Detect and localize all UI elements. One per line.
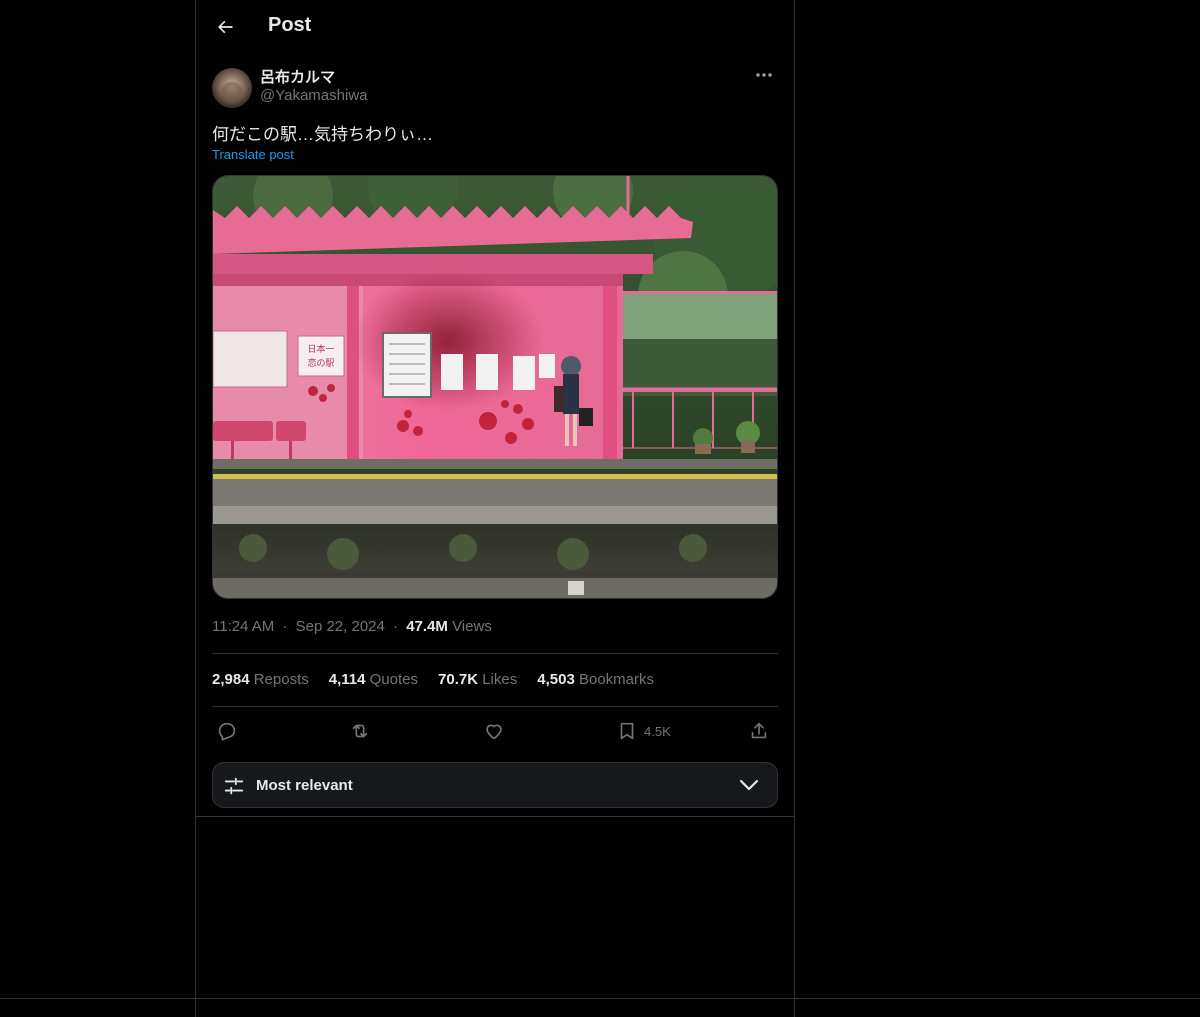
views-label: Views [452,618,492,635]
meta-separator: · [282,618,288,635]
more-button[interactable] [750,64,778,86]
likes-stat[interactable]: 70.7K Likes [438,671,517,688]
section-divider [196,816,794,817]
main-column: Post 呂布カルマ @Yakamashiwa 何だこの駅…気持ちわりぃ… Tr… [195,0,795,1017]
quotes-label: Quotes [369,671,419,688]
post-text: 何だこの駅…気持ちわりぃ… [212,125,433,144]
back-arrow-icon [218,20,233,34]
like-button[interactable] [483,718,505,744]
repost-icon [352,724,368,738]
divider [212,653,778,654]
quotes-stat[interactable]: 4,114 Quotes [329,671,418,688]
sort-label: Most relevant [256,777,353,794]
engagement-stats: 2,984 Reposts 4,114 Quotes 70.7K Likes 4… [212,671,654,688]
svg-text:日本一: 日本一 [307,343,334,355]
likes-label: Likes [482,671,518,688]
post-author: 呂布カルマ @Yakamashiwa [212,66,778,108]
translate-post-link[interactable]: Translate post [212,147,294,162]
bottom-divider [0,998,1200,999]
reposts-stat[interactable]: 2,984 Reposts [212,671,309,688]
bookmarks-count: 4,503 [537,671,575,688]
divider [212,706,778,707]
action-bar: 4.5K [212,716,778,746]
quotes-count: 4,114 [328,671,366,688]
sliders-icon [224,777,244,795]
back-button[interactable] [208,10,242,44]
post-meta: 11:24 AM · Sep 22, 2024 · 47.4M Views [212,618,492,635]
svg-text:恋の駅: 恋の駅 [307,357,334,369]
reposts-count: 2,984 [212,671,250,688]
post-time[interactable]: 11:24 AM [212,618,274,635]
meta-separator: · [393,618,399,635]
post-header: Post [196,0,794,53]
like-icon [486,724,502,740]
bookmarks-stat[interactable]: 4,503 Bookmarks [537,671,654,688]
share-icon [751,722,767,739]
bookmark-count: 4.5K [644,723,671,739]
station-photo: 日本一 恋の駅 [213,176,777,598]
repost-button[interactable] [349,718,371,744]
views-count: 47.4M [406,618,448,635]
more-icon [756,73,772,77]
reply-button[interactable] [216,718,238,744]
likes-count: 70.7K [438,671,479,688]
reply-sort-dropdown[interactable]: Most relevant [212,762,778,808]
page-title: Post [268,14,312,36]
reposts-label: Reposts [253,671,309,688]
share-button[interactable] [748,718,770,744]
bookmark-icon [620,722,634,740]
author-handle[interactable]: @Yakamashiwa [260,87,368,104]
author-display-name[interactable]: 呂布カルマ [260,66,335,87]
reply-icon [218,722,236,741]
bookmark-button[interactable]: 4.5K [616,718,671,744]
bookmarks-label: Bookmarks [578,671,654,688]
page: Post 呂布カルマ @Yakamashiwa 何だこの駅…気持ちわりぃ… Tr… [0,0,1200,1017]
post-date[interactable]: Sep 22, 2024 [296,618,385,635]
avatar-face [222,82,242,100]
chevron-down-icon [739,779,759,791]
avatar[interactable] [212,68,252,108]
post-image[interactable]: 日本一 恋の駅 [212,175,778,599]
